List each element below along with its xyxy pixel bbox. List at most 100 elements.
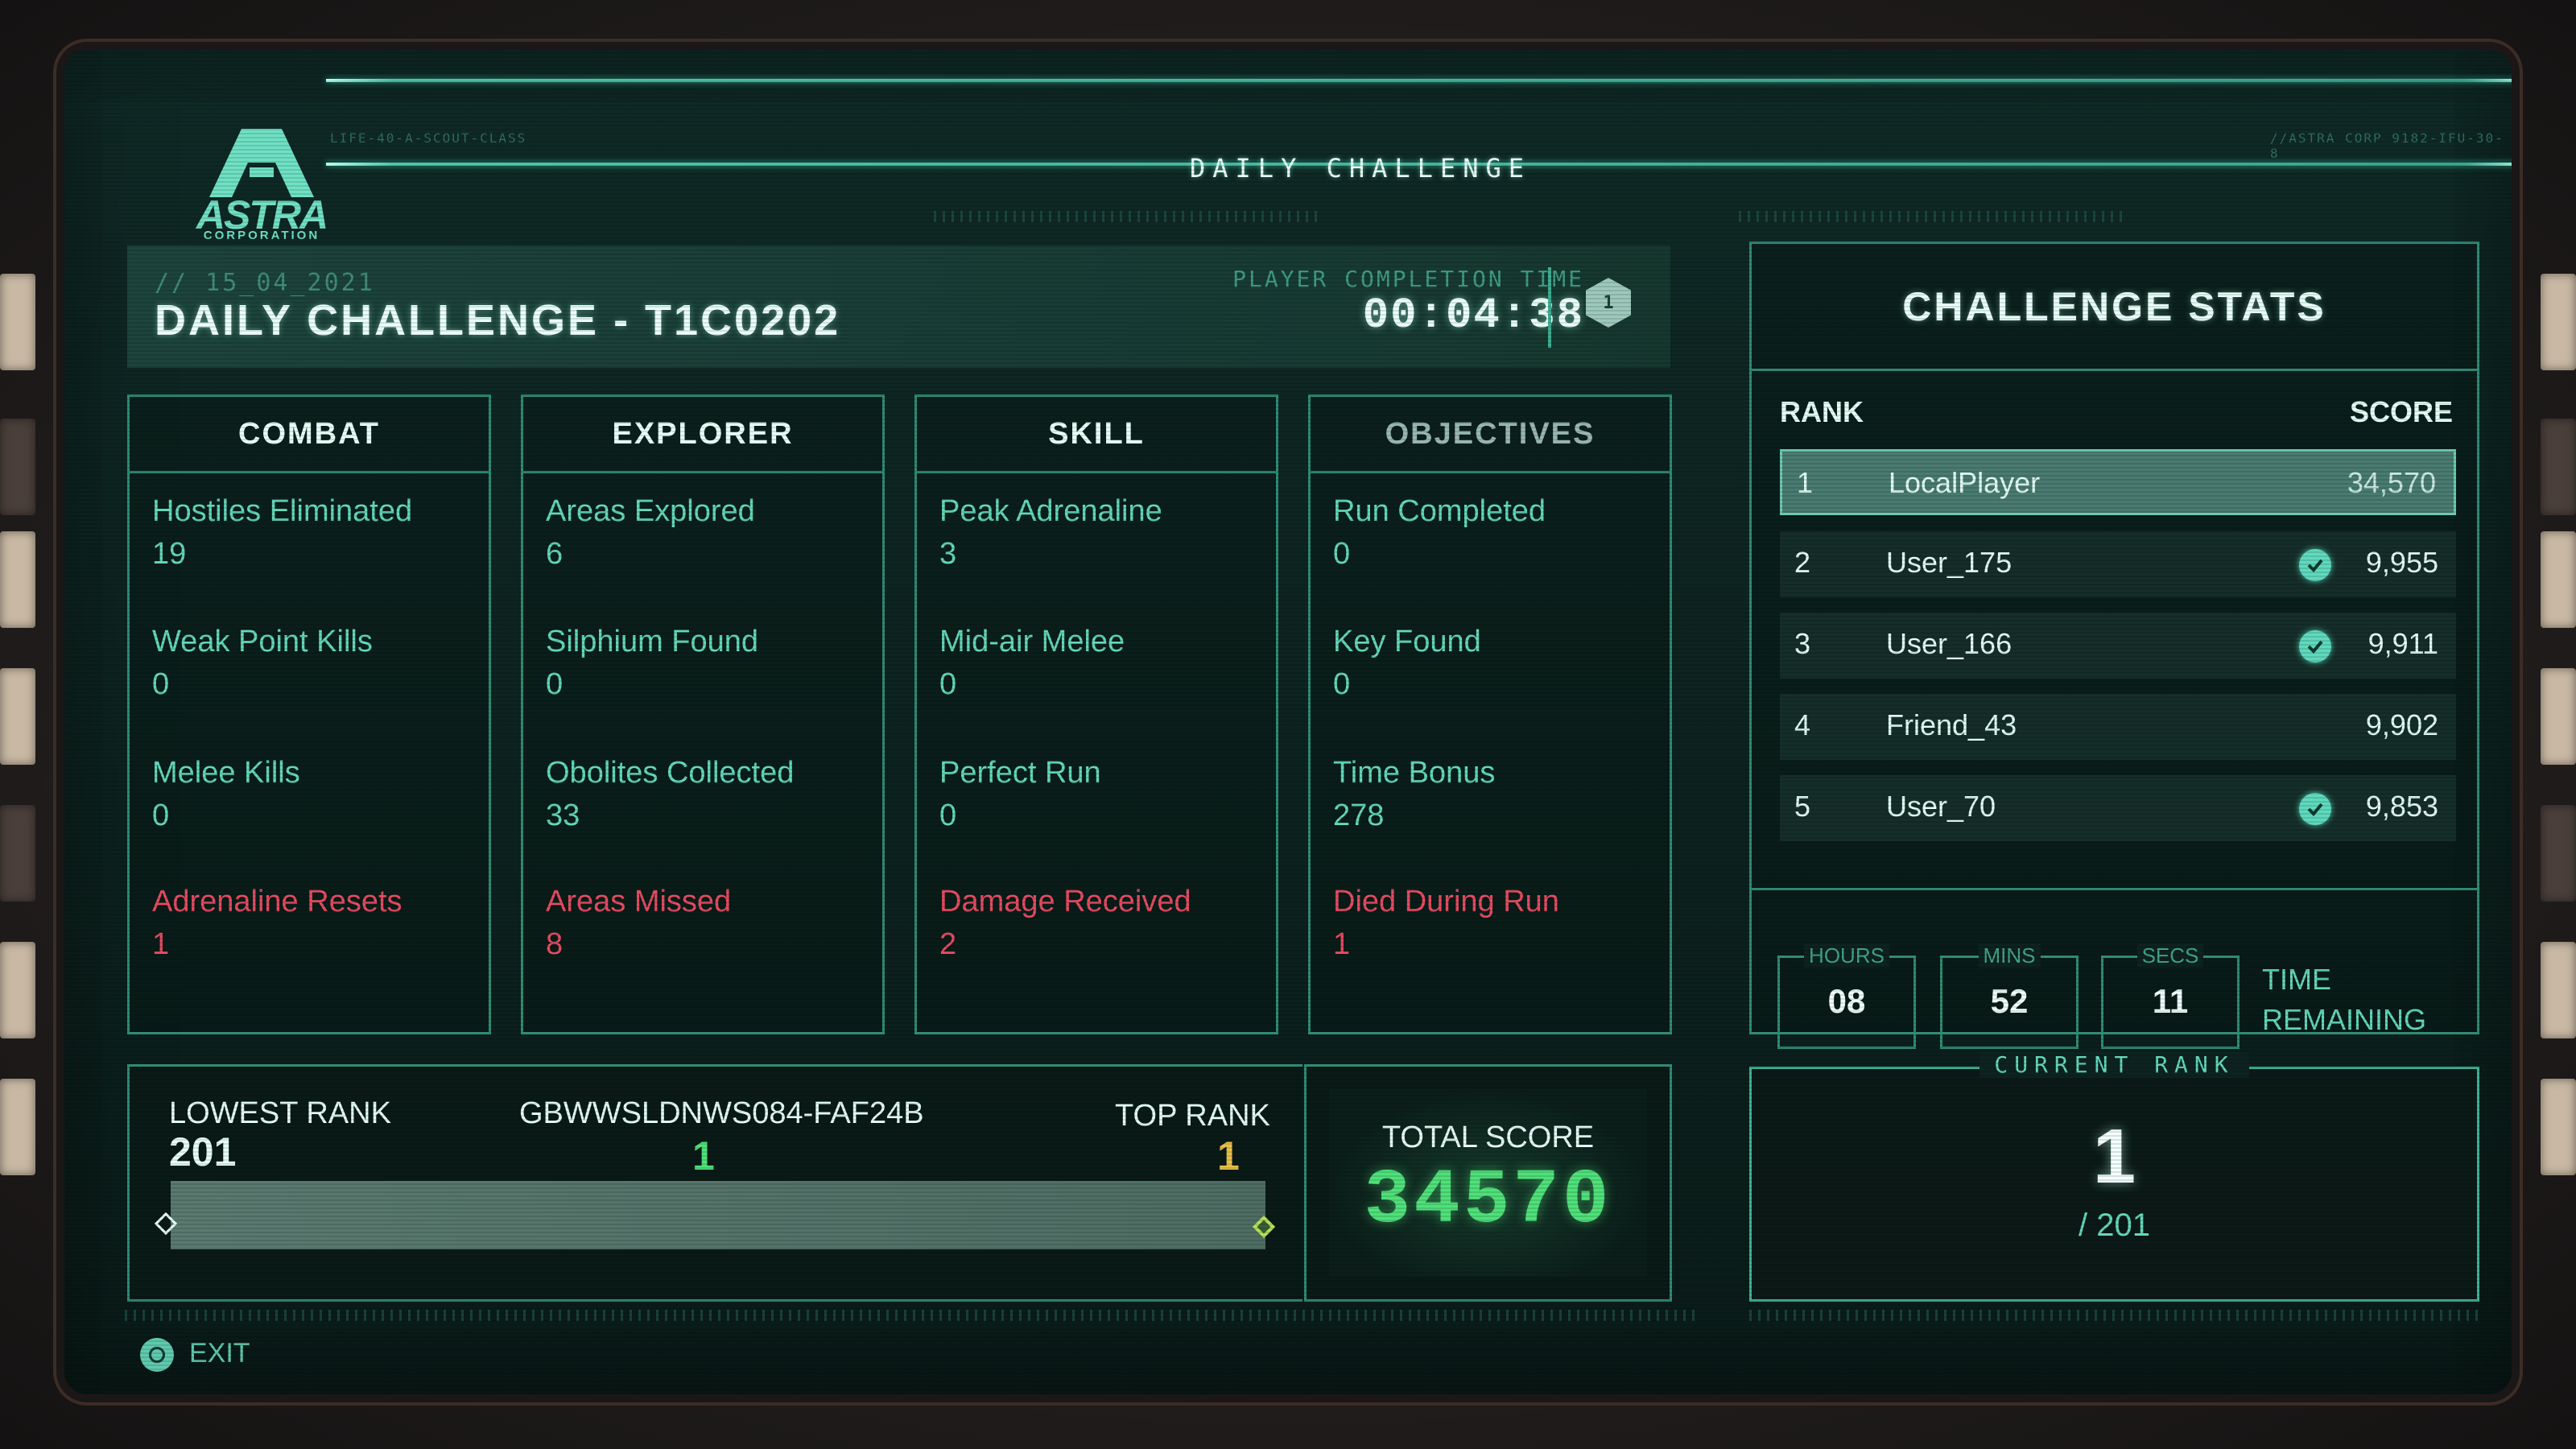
leaderboard-row[interactable]: 2 User_175 9,955: [1780, 531, 2456, 597]
bezel-tab: [2541, 274, 2576, 370]
stat-label: Silphium Found: [546, 625, 759, 658]
time-remaining-line2: REMAINING: [2262, 1003, 2427, 1036]
stat-label-negative: Damage Received: [939, 885, 1191, 919]
column-title: OBJECTIVES: [1311, 397, 1670, 473]
bezel-tab: [0, 531, 35, 628]
stat-label: Areas Explored: [546, 494, 755, 528]
stat-label: Hostiles Eliminated: [152, 494, 413, 528]
hours-box: HOURS 08: [1777, 943, 1916, 1049]
player-id: GBWWSLDNWS084-FAF24B: [519, 1096, 924, 1130]
current-rank-total: / 201: [2079, 1208, 2150, 1243]
stat-value-negative: 8: [546, 927, 564, 961]
score-column-header: SCORE: [2349, 395, 2453, 428]
row-score: 9,853: [2365, 790, 2438, 823]
stat-label: Key Found: [1333, 625, 1481, 658]
decor-ticks: [125, 1310, 1695, 1321]
lowest-rank-label: LOWEST RANK: [169, 1096, 391, 1130]
hours-label: HOURS: [1804, 943, 1889, 968]
stat-value: 0: [1333, 667, 1351, 701]
brand-code-right: //ASTRA CORP 9182-IFU-30-8: [2270, 130, 2504, 161]
current-rank-label: CURRENT RANK: [1979, 1051, 2249, 1078]
time-remaining-label: TIME REMAINING: [2262, 960, 2426, 1040]
stat-label: Run Completed: [1333, 494, 1546, 528]
explorer-column: EXPLORER Areas Explored 6 Silphium Found…: [521, 394, 885, 1034]
row-score: 9,955: [2365, 546, 2438, 579]
challenge-stats-title: CHALLENGE STATS: [1752, 244, 2477, 371]
row-score: 34,570: [2347, 466, 2436, 499]
bezel-tab: [0, 419, 35, 515]
decor-ticks: [934, 211, 1320, 222]
rank-progress-track: [171, 1181, 1265, 1249]
row-score: 9,911: [2368, 627, 2438, 660]
stat-value: 0: [152, 667, 170, 701]
stat-label: Time Bonus: [1333, 756, 1496, 790]
stat-label: Obolites Collected: [546, 756, 795, 790]
column-title: COMBAT: [130, 397, 489, 473]
leaderboard-row[interactable]: 4 Friend_43 9,902: [1780, 694, 2456, 760]
row-score: 9,902: [2365, 708, 2438, 741]
total-score-label: TOTAL SCORE: [1381, 1121, 1595, 1154]
stat-label: Mid-air Melee: [939, 625, 1125, 658]
bezel-tab: [0, 668, 35, 765]
bezel-tab: [0, 1079, 35, 1175]
time-remaining-line1: TIME: [2262, 963, 2331, 996]
challenge-date: // 15_04_2021: [155, 269, 375, 297]
bezel-tab: [2541, 419, 2576, 515]
mins-value: 52: [1990, 982, 2029, 1020]
verified-check-icon: [2299, 549, 2331, 581]
stat-label: Perfect Run: [939, 756, 1101, 790]
stat-value-negative: 2: [939, 927, 957, 961]
player-rank-value: 1: [692, 1133, 715, 1179]
game-screen: ASTRA CORPORATION LIFE-40-A-SCOUT-CLASS …: [64, 50, 2512, 1394]
stat-label: Peak Adrenaline: [939, 494, 1162, 528]
challenge-stats-panel: CHALLENGE STATS RANK SCORE 1 LocalPlayer…: [1749, 242, 2479, 1034]
row-rank: 5: [1794, 790, 1811, 823]
row-name: Friend_43: [1886, 708, 2017, 741]
decor-ticks: [1739, 211, 2125, 222]
bezel-tab: [2541, 531, 2576, 628]
stat-value: 0: [939, 667, 957, 701]
bezel-tab: [2541, 1079, 2576, 1175]
header-title: DAILY CHALLENGE: [1190, 153, 1531, 184]
banner-divider: [1548, 267, 1551, 348]
hours-value: 08: [1827, 982, 1866, 1020]
brand-subtitle: CORPORATION: [203, 229, 320, 242]
row-rank: 3: [1794, 627, 1811, 660]
stat-label-negative: Areas Missed: [546, 885, 732, 919]
stat-value-negative: 1: [152, 927, 170, 961]
stat-label: Melee Kills: [152, 756, 300, 790]
top-rank-value: 1: [1217, 1133, 1240, 1179]
bezel-tab: [2541, 805, 2576, 902]
leaderboard-row[interactable]: 3 User_166 9,911: [1780, 613, 2456, 679]
bezel-tab: [2541, 668, 2576, 765]
total-score-value: 34570: [1364, 1157, 1612, 1245]
mins-label: MINS: [1978, 943, 2041, 968]
secs-value: 11: [2152, 982, 2189, 1020]
current-rank-value: 1: [2092, 1113, 2136, 1199]
leaderboard-row[interactable]: 5 User_70 9,853: [1780, 775, 2456, 841]
bezel-tab: [0, 274, 35, 370]
secs-label: SECS: [2136, 943, 2204, 968]
row-name: User_70: [1886, 790, 1996, 823]
exit-button-icon[interactable]: [140, 1338, 174, 1372]
top-rank-label: TOP RANK: [1115, 1099, 1270, 1133]
bezel-tab: [0, 942, 35, 1038]
row-rank: 4: [1794, 708, 1811, 741]
stat-label: Weak Point Kills: [152, 625, 373, 658]
stat-value: 3: [939, 537, 957, 571]
current-rank-label-wrap: CURRENT RANK: [1749, 1051, 2479, 1078]
row-rank: 1: [1797, 466, 1814, 499]
row-rank: 2: [1794, 546, 1811, 579]
bezel-tab: [2541, 942, 2576, 1038]
column-title: EXPLORER: [523, 397, 882, 473]
exit-button[interactable]: EXIT: [189, 1338, 250, 1369]
combat-column: COMBAT Hostiles Eliminated 19 Weak Point…: [127, 394, 491, 1034]
leaderboard-row-player[interactable]: 1 LocalPlayer 34,570: [1780, 449, 2456, 515]
stat-value: 278: [1333, 799, 1385, 832]
lowest-rank-value: 201: [169, 1129, 237, 1174]
challenge-title: DAILY CHALLENGE - T1C0202: [155, 296, 841, 345]
header-line-top: [326, 79, 2512, 82]
row-name: LocalPlayer: [1889, 466, 2041, 499]
stat-value-negative: 1: [1333, 927, 1351, 961]
stat-value: 0: [1333, 537, 1351, 571]
